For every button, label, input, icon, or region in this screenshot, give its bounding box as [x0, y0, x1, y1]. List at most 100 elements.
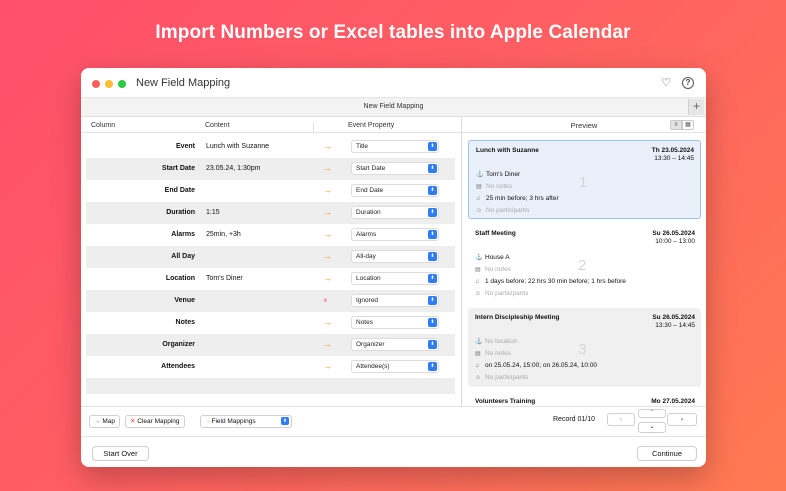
zoom-window-button[interactable] — [118, 80, 126, 88]
pin-icon: ⚓ — [475, 339, 483, 345]
event-card[interactable]: Staff Meeting Su 26.05.2024 10:00 – 13:0… — [468, 224, 701, 303]
event-property-select[interactable]: Start Date ⬍ — [351, 162, 439, 175]
calendar-view-icon[interactable]: ▦ — [682, 120, 694, 130]
event-alarms: ♫ 1 days before; 22 hrs 30 min before; 1 … — [475, 278, 626, 285]
arrow-right-icon: → — [323, 251, 332, 261]
arrow-right-icon: → — [323, 229, 332, 239]
chevron-updown-icon: ⬍ — [428, 318, 437, 327]
arrow-right-icon: → — [323, 317, 332, 327]
notes-icon: ▤ — [475, 351, 481, 357]
notes-icon: ▤ — [475, 267, 481, 273]
event-card[interactable]: Volunteers Training Mo 27.05.2024 — [468, 392, 701, 406]
event-date: Th 23.05.2024 — [651, 147, 694, 154]
event-property-select[interactable]: All-day ⬍ — [351, 250, 439, 263]
event-time: 13:30 – 14:45 — [654, 155, 694, 162]
row-column-name: All Day — [171, 253, 195, 260]
table-row: Alarms 25min, +3h → Alarms ⬍ — [86, 224, 455, 246]
event-property-select[interactable]: Ignored ⬍ — [351, 294, 439, 307]
card-number: 3 — [578, 341, 587, 358]
title-bar: New Field Mapping ♡ ? — [81, 68, 706, 98]
table-row: Location Tom's Diner → Location ⬍ — [86, 268, 455, 290]
arrow-right-icon: → — [94, 418, 101, 425]
bell-icon: ♫ — [475, 279, 480, 285]
chevron-updown-icon: ⬍ — [428, 340, 437, 349]
chevron-updown-icon: ⬍ — [428, 142, 437, 151]
row-content: Tom's Diner — [206, 275, 243, 282]
close-window-button[interactable] — [92, 80, 100, 88]
arrow-right-icon: → — [323, 207, 332, 217]
event-card[interactable]: Intern Discipleship Meeting Su 26.05.202… — [468, 308, 701, 387]
event-card[interactable]: Lunch with Suzanne Th 23.05.2024 13:30 –… — [468, 140, 701, 219]
event-property-select[interactable]: Attendee(s) ⬍ — [351, 360, 439, 373]
event-date: Su 26.05.2024 — [652, 230, 695, 237]
close-icon: ✕ — [130, 418, 136, 425]
event-location: ⚓ Tom's Diner — [476, 171, 521, 178]
arrow-right-icon: → — [323, 361, 332, 371]
chevron-updown-icon: ⬍ — [428, 362, 437, 371]
chevron-updown-icon: ⬍ — [281, 417, 289, 425]
card-number: 2 — [578, 257, 587, 274]
event-property-select[interactable]: End Date ⬍ — [351, 184, 439, 197]
split-divider[interactable] — [461, 117, 462, 406]
chevron-up-icon[interactable]: ⌃ — [638, 409, 666, 418]
notes-icon: ▤ — [476, 184, 482, 190]
row-content: 23.05.24, 1:30pm — [206, 165, 261, 172]
row-content: 25min, +3h — [206, 231, 241, 238]
row-column-name: Start Date — [161, 165, 195, 172]
event-alarms: ♫ 25 min before; 3 hrs after — [476, 195, 559, 202]
chevron-updown-icon: ⬍ — [428, 296, 437, 305]
preview-list[interactable]: Lunch with Suzanne Th 23.05.2024 13:30 –… — [468, 140, 701, 406]
arrow-right-icon: → — [323, 141, 332, 151]
clear-mapping-button[interactable]: ✕ Clear Mapping — [125, 415, 185, 428]
table-row: Event Lunch with Suzanne → Title ⬍ — [86, 136, 455, 158]
heart-icon[interactable]: ♡ — [660, 77, 672, 89]
row-column-name: Alarms — [171, 231, 195, 238]
previous-record-button[interactable]: ‹ — [607, 413, 635, 426]
table-row: Venue × Ignored ⬍ — [86, 290, 455, 312]
field-mappings-select[interactable]: →Field Mappings ⬍ — [200, 415, 292, 428]
row-column-name: Venue — [174, 297, 195, 304]
event-date: Su 26.05.2024 — [652, 314, 695, 321]
chevron-updown-icon: ⬍ — [428, 208, 437, 217]
window-title: New Field Mapping — [136, 77, 231, 89]
event-property-select[interactable]: Notes ⬍ — [351, 316, 439, 329]
event-location: ⚓ House A — [475, 254, 510, 261]
mapping-column-headers: Column Content Event Property — [81, 117, 461, 134]
table-row: Start Date 23.05.24, 1:30pm → Start Date… — [86, 158, 455, 180]
column-header-content: Content — [205, 122, 230, 129]
bell-icon: ♫ — [476, 196, 481, 202]
next-record-button[interactable]: › — [667, 413, 697, 426]
row-column-name: Event — [175, 143, 195, 150]
add-tab-button[interactable]: + — [688, 99, 704, 115]
table-row: All Day → All-day ⬍ — [86, 246, 455, 268]
row-content: 1:15 — [206, 209, 220, 216]
chevron-updown-icon: ⬍ — [428, 186, 437, 195]
event-property-select[interactable]: Organizer ⬍ — [351, 338, 439, 351]
chevron-down-icon[interactable]: ⌄ — [638, 422, 666, 433]
map-button[interactable]: → Map — [89, 415, 120, 428]
event-property-select[interactable]: Title ⬍ — [351, 140, 439, 153]
event-property-select[interactable]: Duration ⬍ — [351, 206, 439, 219]
row-column-name: Organizer — [162, 341, 195, 348]
column-separator — [313, 122, 314, 134]
people-icon: ☺ — [475, 291, 482, 297]
arrow-right-icon: → — [323, 273, 332, 283]
continue-button[interactable]: Continue — [637, 446, 697, 461]
event-property-select[interactable]: Alarms ⬍ — [351, 228, 439, 241]
start-over-button[interactable]: Start Over — [92, 446, 149, 461]
table-row: End Date → End Date ⬍ — [86, 180, 455, 202]
minimize-window-button[interactable] — [105, 80, 113, 88]
tab-new-field-mapping[interactable]: New Field Mapping — [81, 103, 706, 110]
list-view-icon[interactable]: ≡ — [670, 120, 682, 130]
help-icon[interactable]: ? — [682, 77, 694, 89]
mapping-toolbar: → Map ✕ Clear Mapping →Field Mappings ⬍ R… — [81, 406, 706, 436]
row-column-name: Duration — [166, 209, 195, 216]
event-title: Staff Meeting — [475, 230, 516, 237]
event-property-select[interactable]: Location ⬍ — [351, 272, 439, 285]
event-notes: ▤ No notes — [476, 183, 513, 190]
card-number: 1 — [579, 174, 588, 191]
row-column-name: Notes — [175, 319, 195, 326]
event-participants: ☺ No participants — [475, 374, 529, 381]
people-icon: ☺ — [476, 208, 483, 214]
event-notes: ▤ No notes — [475, 350, 512, 357]
